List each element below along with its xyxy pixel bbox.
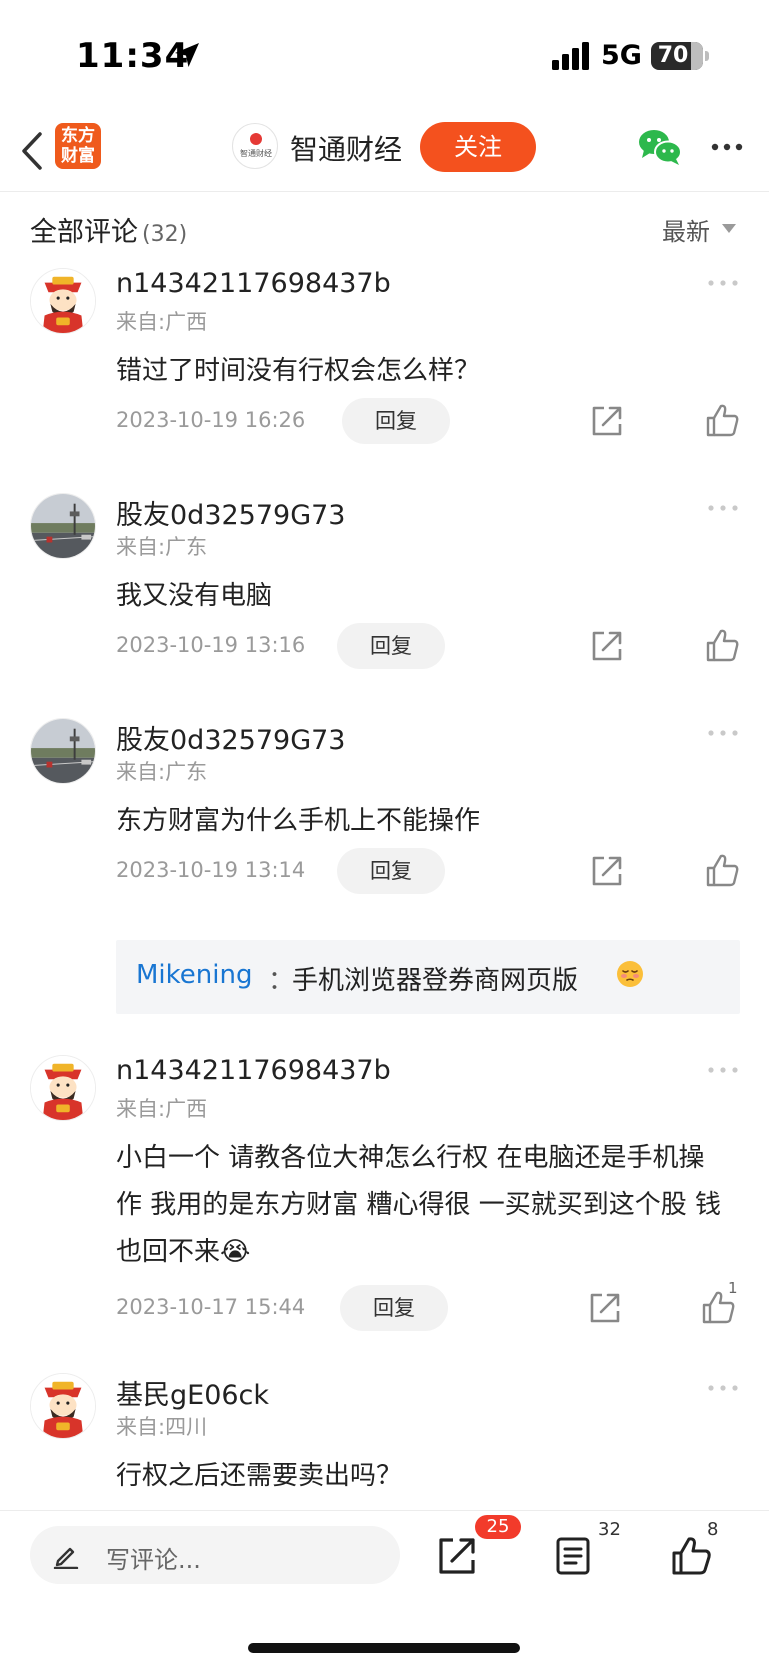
comment-count: 32 [598,1519,621,1540]
chevron-down-icon[interactable] [722,224,736,233]
comment-text: 错过了时间没有行权会怎么样？ [116,356,481,386]
battery-tip [705,51,709,61]
share-count-badge: 25 [475,1515,521,1539]
thumbs-up-icon[interactable] [670,1535,712,1577]
more-horizontal-icon[interactable] [710,130,744,164]
user-avatar[interactable] [30,1373,96,1439]
author-logo-dot [250,133,262,145]
comment-username[interactable]: 基民gE06ck [116,1373,269,1412]
comment-location: 来自:广西 [116,1097,208,1121]
wechat-icon[interactable] [638,128,682,166]
article-header: 东方 财富 智通财经 智通财经 关注 [0,110,769,192]
comment-username[interactable]: 股友0d32579G73 [116,493,346,532]
comment-location: 来自:广东 [116,535,208,559]
reply-button[interactable]: 回复 [340,1285,448,1331]
sub-reply-username[interactable]: Mikening [136,960,252,990]
relieved-face-emoji-icon [617,961,643,987]
back-chevron-icon[interactable] [18,128,46,174]
like-count: 8 [707,1519,719,1540]
comment-text: 行权之后还需要卖出吗？ [116,1461,403,1491]
thumbs-up-icon[interactable] [704,627,740,663]
comment-location: 来自:广西 [116,310,208,334]
follow-button[interactable]: 关注 [420,122,536,172]
pen-icon [53,1547,79,1569]
user-avatar[interactable] [30,493,96,559]
share-icon[interactable] [590,629,624,663]
comment-list-icon[interactable] [552,1535,594,1577]
more-options-icon[interactable] [707,278,739,288]
battery-level: 70 [657,43,689,68]
home-indicator[interactable] [248,1643,520,1653]
author-avatar-text: 智通财经 [240,149,272,158]
share-icon[interactable] [436,1535,478,1577]
bottom-action-bar: 写评论... 25 32 8 [0,1510,769,1665]
user-avatar[interactable] [30,718,96,784]
app-logo[interactable]: 东方 财富 [55,123,101,169]
comment-item: n14342117698437b 来自:广西 小白一个 请教各位大神怎么行权 在… [0,1055,769,1335]
comment-item: n14342117698437b 来自:广西 错过了时间没有行权会怎么样？ 20… [0,268,769,468]
sort-dropdown[interactable]: 最新 [662,212,710,247]
network-type: 5G [601,40,642,71]
more-options-icon[interactable] [707,1065,739,1075]
comment-item: 股友0d32579G73 来自:广东 我又没有电脑 2023-10-19 13:… [0,493,769,693]
comment-text: 东方财富为什么手机上不能操作 [116,806,481,836]
more-options-icon[interactable] [707,503,739,513]
more-options-icon[interactable] [707,1383,739,1393]
comments-header: 全部评论 (32) 最新 [0,192,769,262]
comment-input[interactable]: 写评论... [30,1526,400,1584]
comment-date: 2023-10-17 15:44 [116,1295,306,1319]
location-arrow-icon [175,43,199,67]
signal-bars-icon [552,42,589,70]
thumbs-up-icon[interactable] [704,852,740,888]
user-avatar[interactable] [30,1055,96,1121]
comment-username[interactable]: 股友0d32579G73 [116,718,346,757]
comment-date: 2023-10-19 13:16 [116,633,306,657]
comments-title: 全部评论 (32) [30,210,187,249]
reply-button[interactable]: 回复 [337,623,445,669]
like-count: 1 [728,1279,738,1297]
comment-username[interactable]: n14342117698437b [116,268,391,299]
author-avatar[interactable]: 智通财经 [232,123,278,169]
share-icon[interactable] [588,1291,622,1325]
share-icon[interactable] [590,404,624,438]
reply-button[interactable]: 回复 [337,848,445,894]
comment-item: 基民gE06ck 来自:四川 行权之后还需要卖出吗？ [0,1373,769,1510]
battery-icon: 70 [651,42,703,70]
sub-reply[interactable]: Mikening ： 手机浏览器登券商网页版 [116,940,740,1014]
status-bar: 11:34 5G 70 [0,0,769,110]
user-avatar[interactable] [30,268,96,334]
sub-reply-colon: ： [268,966,295,996]
comments-count: (32) [142,222,188,247]
comment-username[interactable]: n14342117698437b [116,1055,391,1086]
author-name[interactable]: 智通财经 [290,128,402,168]
comment-location: 来自:广东 [116,760,208,784]
sub-reply-text: 手机浏览器登券商网页版 [292,966,579,996]
comment-location: 来自:四川 [116,1415,208,1439]
reply-button[interactable]: 回复 [342,398,450,444]
comment-input-placeholder: 写评论... [106,1546,201,1574]
more-options-icon[interactable] [707,728,739,738]
thumbs-up-icon[interactable] [704,402,740,438]
share-icon[interactable] [590,854,624,888]
comment-date: 2023-10-19 13:14 [116,858,306,882]
comment-text: 我又没有电脑 [116,581,273,611]
comments-title-text: 全部评论 [30,217,138,248]
comment-text: 小白一个 请教各位大神怎么行权 在电脑还是手机操作 我用的是东方财富 糟心得很 … [116,1143,722,1267]
comment-date: 2023-10-19 16:26 [116,408,306,432]
